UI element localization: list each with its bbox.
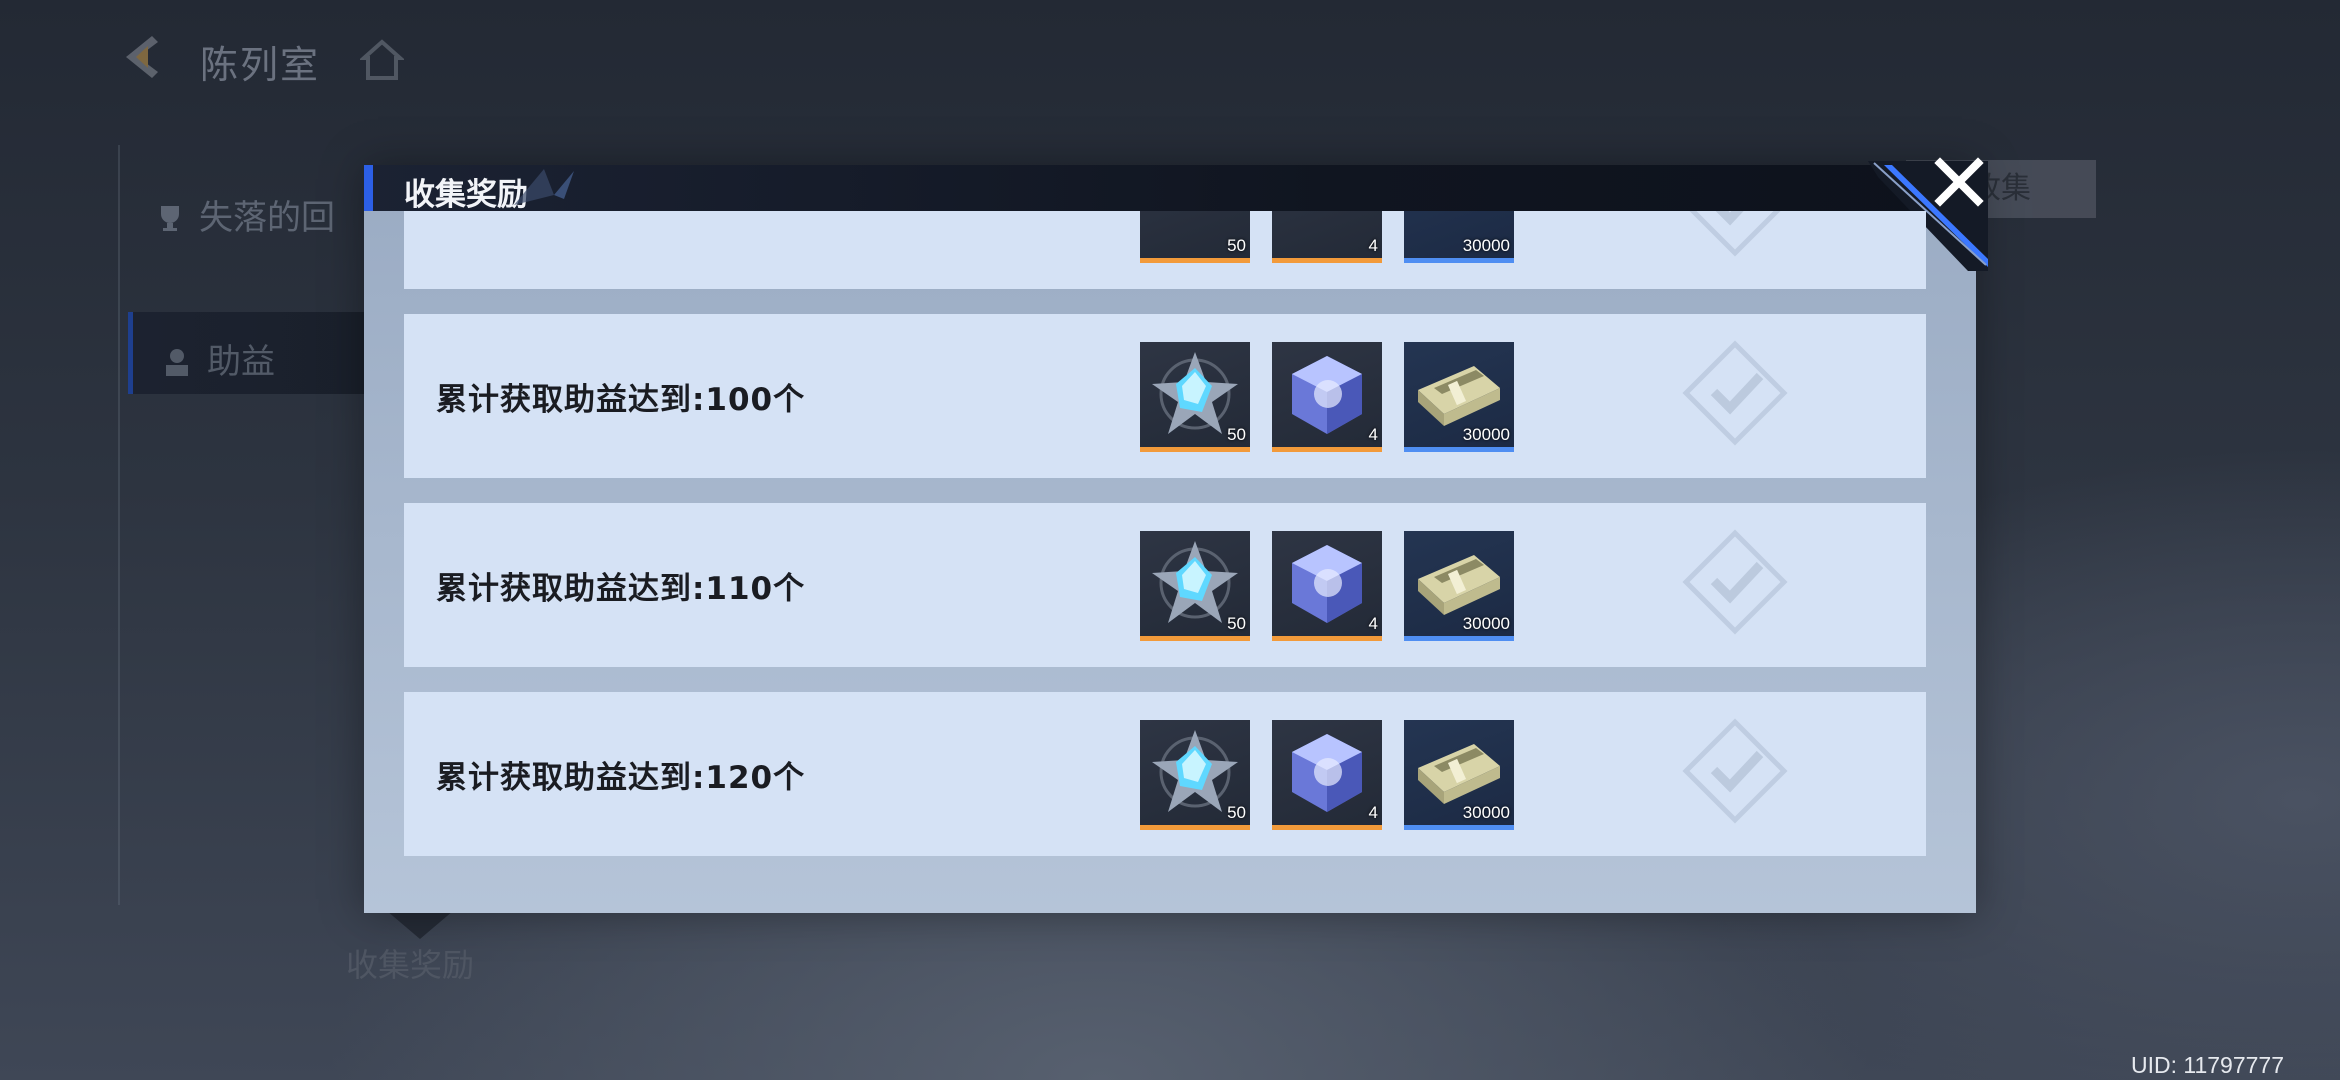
trophy-icon	[161, 206, 179, 231]
header-crystal-decoration	[514, 169, 574, 205]
reward-item-cube-crystal[interactable]: 4	[1272, 720, 1382, 830]
reward-row: 累计获取助益达到:100个 50 4 30000	[404, 314, 1926, 478]
reward-item-star-crystal[interactable]: 50	[1140, 531, 1250, 641]
modal-header: 收集奖励	[364, 165, 1976, 213]
reward-item-cash-bundle[interactable]: 30000	[1404, 342, 1514, 452]
reward-quantity: 4	[1368, 425, 1378, 444]
reward-item-cube-crystal[interactable]: 4	[1272, 531, 1382, 641]
reward-condition-label: 累计获取助益达到:100个	[436, 382, 806, 418]
reward-quantity: 4	[1368, 236, 1378, 255]
background-tab-buff: 助益	[128, 312, 368, 394]
reward-quantity: 4	[1368, 614, 1378, 633]
cube-crystal-icon	[1292, 734, 1362, 812]
header-accent-bar	[364, 165, 373, 211]
background-tab-lost-label: 失落的回	[199, 198, 335, 238]
reward-quantity: 50	[1227, 803, 1246, 822]
reward-item-star-crystal[interactable]: 50	[1140, 342, 1250, 452]
reward-quantity: 30000	[1462, 236, 1510, 255]
reward-quantity: 50	[1227, 236, 1246, 255]
reward-item[interactable]: 30000	[1404, 211, 1514, 263]
reward-quantity: 4	[1368, 803, 1378, 822]
claimed-check-icon	[1682, 718, 1788, 824]
user-icon	[166, 349, 188, 376]
home-icon	[360, 39, 404, 80]
background-tab-lost: 失落的回	[155, 190, 335, 239]
reward-list[interactable]: 50 4 30000 累计获取助益达到:100个 50 4 30000 累计获取…	[404, 211, 1926, 891]
reward-item[interactable]: 4	[1272, 211, 1382, 263]
reward-quantity: 30000	[1462, 425, 1510, 444]
background-sidebar-line	[118, 145, 120, 905]
uid-text: UID: 11797777	[2130, 1052, 2284, 1078]
reward-row: 累计获取助益达到:120个 50 4 30000	[404, 692, 1926, 856]
back-arrow-icon	[126, 36, 158, 78]
reward-item[interactable]: 50	[1140, 211, 1250, 263]
reward-item-cash-bundle[interactable]: 30000	[1404, 531, 1514, 641]
background-collect-rewards-label: 收集奖励	[346, 946, 475, 984]
reward-item-star-crystal[interactable]: 50	[1140, 720, 1250, 830]
collect-rewards-modal: 收集奖励 50 4 30000 累计获取助益达到:100个 50 4 30000…	[364, 157, 1988, 913]
background-tab-buff-label: 助益	[207, 342, 275, 382]
reward-quantity: 50	[1227, 614, 1246, 633]
background-page-title: 陈列室	[200, 43, 321, 87]
close-icon[interactable]	[1930, 153, 1988, 211]
reward-item-cube-crystal[interactable]: 4	[1272, 342, 1382, 452]
reward-quantity: 50	[1227, 425, 1246, 444]
claimed-check-icon	[1682, 340, 1788, 446]
reward-row: 累计获取助益达到:110个 50 4 30000	[404, 503, 1926, 667]
reward-quantity: 30000	[1462, 803, 1510, 822]
reward-quantity: 30000	[1462, 614, 1510, 633]
cube-crystal-icon	[1292, 545, 1362, 623]
claimed-check-icon	[1689, 211, 1781, 257]
reward-item-cash-bundle[interactable]: 30000	[1404, 720, 1514, 830]
reward-row-partial: 50 4 30000	[404, 211, 1926, 289]
background-header: 陈列室	[0, 0, 2340, 130]
claimed-check-icon	[1682, 529, 1788, 635]
reward-condition-label: 累计获取助益达到:120个	[436, 760, 806, 796]
reward-condition-label: 累计获取助益达到:110个	[436, 571, 806, 607]
cube-crystal-icon	[1292, 356, 1362, 434]
